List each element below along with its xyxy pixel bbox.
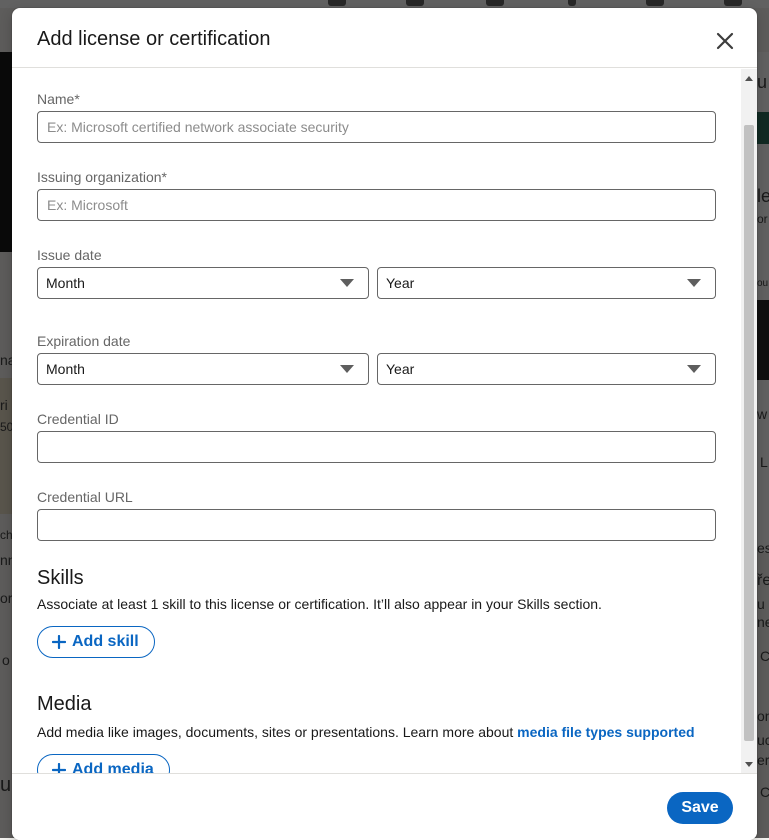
dialog-body[interactable]: Name* Issuing organization* Issue date M… [12,69,757,773]
plus-icon [52,763,66,773]
add-skill-button[interactable]: Add skill [37,626,155,658]
issue-date-label: Issue date [37,247,102,263]
plus-icon [52,635,66,649]
expiration-year-value: Year [386,361,415,377]
skills-description: Associate at least 1 skill to this licen… [37,596,602,612]
credential-url-input[interactable] [37,509,716,541]
chevron-down-icon [340,279,354,287]
chevron-down-icon [687,279,701,287]
name-label: Name* [37,91,80,107]
chevron-down-icon [687,365,701,373]
scroll-down-arrow-icon[interactable] [741,757,757,771]
scrollbar-thumb[interactable] [744,125,754,741]
credential-id-input[interactable] [37,431,716,463]
issuing-organization-input[interactable] [37,189,716,221]
add-media-label: Add media [72,761,154,773]
media-heading: Media [37,693,92,715]
credential-id-label: Credential ID [37,411,119,427]
expiration-year-select[interactable]: Year [377,353,716,385]
expiration-month-value: Month [46,361,85,377]
issue-month-select[interactable]: Month [37,267,369,299]
save-button[interactable]: Save [667,792,733,824]
scroll-up-arrow-icon[interactable] [741,71,757,85]
dialog-title: Add license or certification [37,28,271,50]
media-description-text: Add media like images, documents, sites … [37,724,518,740]
issuing-organization-label: Issuing organization* [37,169,167,185]
add-skill-label: Add skill [72,633,139,650]
media-description: Add media like images, documents, sites … [37,724,695,740]
issue-month-value: Month [46,275,85,291]
expiration-date-label: Expiration date [37,333,131,349]
dialog-header: Add license or certification [12,8,757,68]
scrollbar[interactable] [741,69,757,773]
add-media-button[interactable]: Add media [37,754,170,773]
dialog-footer: Save [12,773,757,840]
close-icon [716,32,734,50]
chevron-down-icon [340,365,354,373]
close-button[interactable] [709,25,741,57]
issue-year-value: Year [386,275,415,291]
expiration-month-select[interactable]: Month [37,353,369,385]
name-input[interactable] [37,111,716,143]
credential-url-label: Credential URL [37,489,133,505]
skills-heading: Skills [37,567,84,589]
media-file-types-link[interactable]: media file types supported [517,724,694,740]
add-certification-dialog: Add license or certification Name* Issui… [12,8,757,840]
issue-year-select[interactable]: Year [377,267,716,299]
